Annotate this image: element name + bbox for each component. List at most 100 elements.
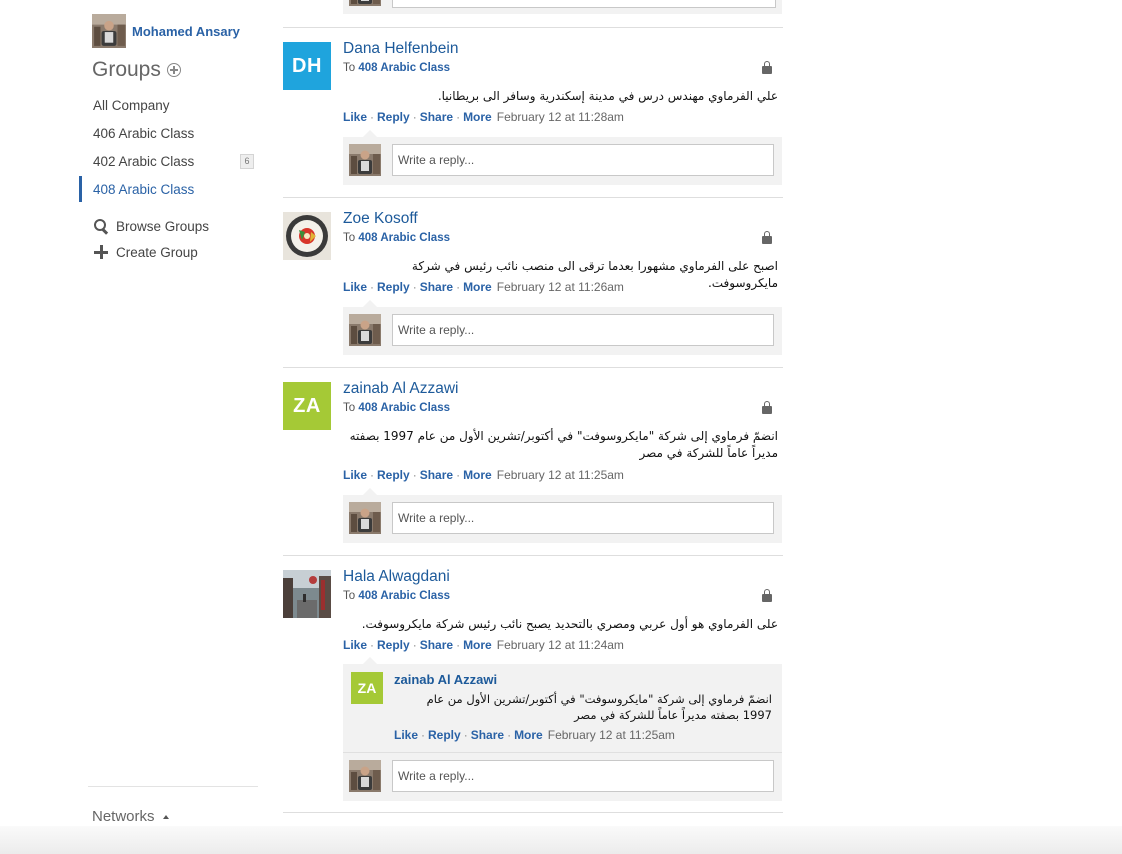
post-divider	[283, 812, 783, 813]
groups-title: Groups	[92, 58, 161, 81]
browse-groups-link[interactable]: Browse Groups	[93, 218, 209, 234]
post-timestamp[interactable]: February 12 at 11:24am	[497, 638, 624, 652]
reply-box-pointer	[363, 488, 377, 495]
share-button[interactable]: Share	[420, 638, 453, 652]
post-divider	[283, 367, 783, 368]
reply-author-avatar[interactable]: ZA	[351, 672, 383, 704]
post-body: انضمّ فرماوي إلى شركة "مايكروسوفت" في أك…	[349, 429, 778, 460]
post-author[interactable]: Hala Alwagdani	[343, 568, 450, 586]
share-button[interactable]: Share	[420, 110, 453, 124]
more-button[interactable]: More	[463, 468, 492, 482]
author-avatar[interactable]: DH	[283, 42, 331, 90]
like-button[interactable]: Like	[343, 110, 367, 124]
reply-input-partial[interactable]	[392, 0, 776, 8]
share-button[interactable]: Share	[420, 280, 453, 294]
author-avatar[interactable]	[283, 212, 331, 260]
like-button[interactable]: Like	[343, 280, 367, 294]
reply-input[interactable]	[392, 314, 774, 346]
reply-button[interactable]: Reply	[377, 280, 410, 294]
reply-body: انضمّ فرماوي إلى شركة "مايكروسوفت" في أك…	[426, 692, 772, 722]
like-button[interactable]: Like	[343, 638, 367, 652]
post-author[interactable]: Zoe Kosoff	[343, 210, 418, 228]
reply-button[interactable]: Reply	[428, 728, 461, 742]
post-author[interactable]: zainab Al Azzawi	[343, 380, 458, 398]
user-avatar	[349, 502, 381, 534]
networks-menu[interactable]: Networks	[92, 808, 169, 825]
post-body: علي الفرماوي مهندس درس في مدينة إسكندرية…	[437, 89, 778, 103]
search-icon	[93, 218, 109, 234]
user-avatar	[349, 144, 381, 176]
post-actions: Like · Reply · Share · More February 12 at 11:2…	[343, 468, 624, 482]
reply-box	[343, 307, 782, 355]
more-button[interactable]: More	[463, 280, 492, 294]
sidebar-item-402-arabic-class[interactable]: 402 Arabic Class	[93, 154, 194, 169]
reply-button[interactable]: Reply	[377, 638, 410, 652]
user-avatar	[349, 0, 381, 6]
user-avatar[interactable]	[92, 14, 126, 48]
add-group-icon[interactable]	[166, 63, 181, 77]
recipient-group-link[interactable]: 408 Arabic Class	[358, 232, 450, 244]
post-divider	[283, 27, 783, 28]
avatar-initials: ZA	[357, 680, 377, 696]
threaded-reply: ZA zainab Al Azzawi انضمّ فرماوي إلى شرك…	[343, 664, 782, 752]
sidebar: Mohamed Ansary Groups All Company 406 Ar…	[0, 0, 270, 854]
reply-box-pointer	[363, 300, 377, 307]
post-actions: Like · Reply · Share · More February 12 at 11:2…	[343, 280, 624, 294]
lock-icon	[762, 589, 772, 602]
post-recipient: To 408 Arabic Class	[343, 62, 450, 74]
to-label: To	[343, 232, 356, 244]
share-button[interactable]: Share	[420, 468, 453, 482]
lock-icon	[762, 61, 772, 74]
reply-box-pointer	[363, 657, 377, 664]
author-avatar[interactable]	[283, 570, 331, 618]
like-button[interactable]: Like	[343, 468, 367, 482]
create-group-label: Create Group	[116, 244, 198, 260]
to-label: To	[343, 590, 356, 602]
reply-input[interactable]	[392, 760, 774, 792]
post-divider	[283, 197, 783, 198]
recipient-group-link[interactable]: 408 Arabic Class	[358, 62, 450, 74]
reply-box	[343, 137, 782, 185]
sidebar-item-406-arabic-class[interactable]: 406 Arabic Class	[93, 126, 194, 141]
lock-icon	[762, 401, 772, 414]
recipient-group-link[interactable]: 408 Arabic Class	[358, 402, 450, 414]
reply-button[interactable]: Reply	[377, 468, 410, 482]
post-actions: Like · Reply · Share · More February 12 at 11:2…	[343, 110, 624, 124]
groups-heading: Groups	[92, 58, 181, 82]
reply-timestamp[interactable]: February 12 at 11:25am	[548, 728, 675, 742]
sidebar-item-408-arabic-class[interactable]: 408 Arabic Class	[93, 182, 194, 197]
author-avatar[interactable]: ZA	[283, 382, 331, 430]
reply-box	[343, 752, 782, 801]
post-author[interactable]: Dana Helfenbein	[343, 40, 458, 58]
post-divider	[283, 555, 783, 556]
reply-input[interactable]	[392, 502, 774, 534]
window-bottom-edge	[0, 826, 1122, 854]
to-label: To	[343, 62, 356, 74]
reply-input[interactable]	[392, 144, 774, 176]
more-button[interactable]: More	[514, 728, 543, 742]
current-user[interactable]: Mohamed Ansary	[92, 14, 240, 48]
like-button[interactable]: Like	[394, 728, 418, 742]
user-avatar	[349, 760, 381, 792]
reply-box-partial	[343, 0, 782, 14]
lock-icon	[762, 231, 772, 244]
plus-icon	[93, 244, 109, 260]
post-timestamp[interactable]: February 12 at 11:28am	[497, 110, 624, 124]
share-button[interactable]: Share	[471, 728, 504, 742]
reply-button[interactable]: Reply	[377, 110, 410, 124]
more-button[interactable]: More	[463, 638, 492, 652]
reply-author[interactable]: zainab Al Azzawi	[394, 672, 497, 687]
post-timestamp[interactable]: February 12 at 11:25am	[497, 468, 624, 482]
post-recipient: To 408 Arabic Class	[343, 232, 450, 244]
post-recipient: To 408 Arabic Class	[343, 402, 450, 414]
post-timestamp[interactable]: February 12 at 11:26am	[497, 280, 624, 294]
reply-box-pointer	[363, 130, 377, 137]
recipient-group-link[interactable]: 408 Arabic Class	[358, 590, 450, 602]
caret-up-icon	[162, 814, 169, 819]
more-button[interactable]: More	[463, 110, 492, 124]
sidebar-item-all-company[interactable]: All Company	[93, 98, 170, 113]
user-name[interactable]: Mohamed Ansary	[132, 24, 240, 39]
avatar-initials: DH	[292, 54, 322, 77]
to-label: To	[343, 402, 356, 414]
create-group-link[interactable]: Create Group	[93, 244, 198, 260]
